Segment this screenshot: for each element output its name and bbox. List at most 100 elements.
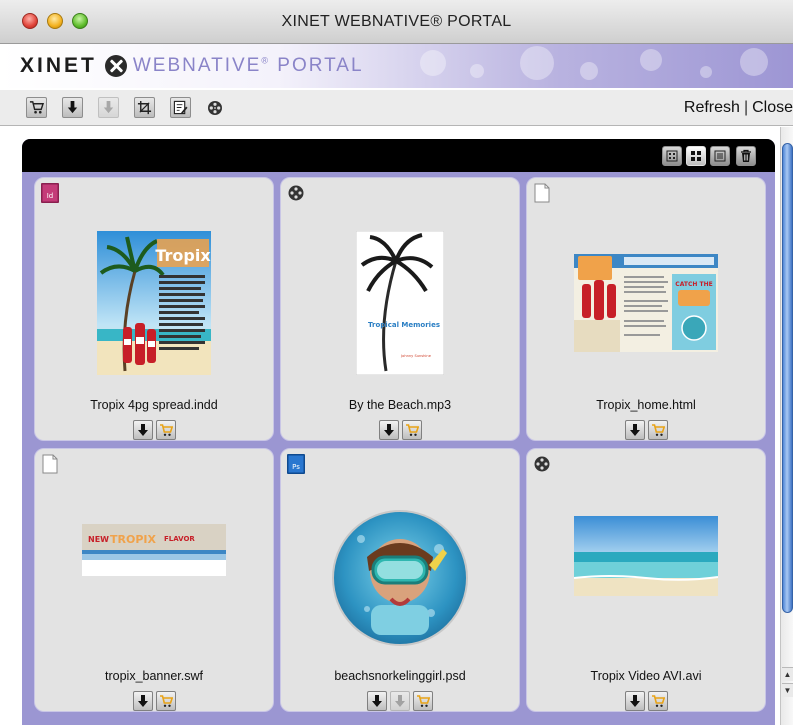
add-to-cart-button[interactable] bbox=[155, 420, 176, 440]
xinet-mark-icon bbox=[104, 55, 127, 77]
edit-metadata-button[interactable] bbox=[170, 97, 191, 118]
download-button[interactable] bbox=[132, 691, 153, 711]
thumb-title: Tropical Memories bbox=[368, 321, 440, 329]
download-button[interactable] bbox=[624, 420, 645, 440]
snorkeling-girl-thumbnail bbox=[332, 510, 468, 646]
tile-actions bbox=[281, 420, 519, 440]
xinet-logo: XINET WEBNATIVE® PORTAL bbox=[20, 53, 364, 79]
svg-text:Tropix: Tropix bbox=[155, 246, 211, 265]
add-to-cart-button[interactable] bbox=[155, 691, 176, 711]
tile-actions bbox=[527, 420, 765, 440]
svg-text:Ps: Ps bbox=[292, 463, 300, 471]
download-button[interactable] bbox=[367, 691, 387, 711]
portal-banner: XINET WEBNATIVE® PORTAL bbox=[0, 44, 793, 88]
asset-panel: Id Tropix Tropix 4pg spread.indd Tropica… bbox=[22, 139, 775, 725]
crop-button[interactable] bbox=[134, 97, 155, 118]
download-button[interactable] bbox=[378, 420, 399, 440]
document-icon bbox=[534, 183, 550, 203]
asset-thumbnail[interactable] bbox=[281, 489, 519, 659]
add-to-cart-button[interactable] bbox=[647, 420, 668, 440]
document-icon bbox=[42, 454, 58, 474]
thumb-author: Johnny Sunshine bbox=[400, 354, 432, 358]
title-bar: XINET WEBNATIVE® PORTAL bbox=[0, 0, 793, 44]
asset-filename[interactable]: Tropix_home.html bbox=[527, 398, 765, 412]
delete-button[interactable] bbox=[736, 146, 756, 166]
svg-text:FLAVOR: FLAVOR bbox=[164, 535, 195, 543]
tile-actions bbox=[35, 691, 273, 711]
download-disabled-button[interactable] bbox=[390, 691, 410, 711]
asset-tile[interactable]: NEW TROPIX FLAVOR tropix_banner.swf bbox=[34, 448, 274, 712]
asset-tile[interactable]: CATCH THE Tropix_home.html bbox=[526, 177, 766, 441]
add-to-cart-button[interactable] bbox=[26, 97, 47, 118]
download-button[interactable] bbox=[624, 691, 645, 711]
scroll-down-arrow[interactable]: ▼ bbox=[782, 683, 793, 697]
content-area: Id Tropix Tropix 4pg spread.indd Tropica… bbox=[0, 127, 793, 725]
cart-icon bbox=[405, 424, 419, 436]
download-icon bbox=[383, 424, 394, 436]
download-icon bbox=[629, 424, 640, 436]
asset-filename[interactable]: tropix_banner.swf bbox=[35, 669, 273, 683]
add-to-cart-button[interactable] bbox=[401, 420, 422, 440]
vertical-scrollbar[interactable]: ▲ ▼ bbox=[780, 127, 793, 725]
cart-icon bbox=[651, 695, 665, 707]
asset-tile[interactable]: Ps beachsnorkelinggirl.psd bbox=[280, 448, 520, 712]
asset-tile[interactable]: Id Tropix Tropix 4pg spread.indd bbox=[34, 177, 274, 441]
reel-icon bbox=[288, 185, 304, 201]
download-icon bbox=[137, 695, 148, 707]
tropix-home-thumbnail: CATCH THE bbox=[574, 254, 718, 352]
add-to-cart-button[interactable] bbox=[413, 691, 433, 711]
cart-icon bbox=[159, 695, 173, 707]
asset-thumbnail[interactable] bbox=[527, 489, 765, 659]
tropix-video-thumbnail bbox=[574, 516, 718, 596]
svg-text:CATCH THE: CATCH THE bbox=[675, 281, 712, 288]
svg-text:NEW: NEW bbox=[88, 535, 109, 544]
view-list-button[interactable] bbox=[710, 146, 730, 166]
panel-header bbox=[22, 139, 775, 172]
close-link[interactable]: Close bbox=[752, 99, 793, 116]
by-the-beach-thumbnail: Tropical Memories Johnny Sunshine bbox=[356, 231, 444, 375]
asset-thumbnail[interactable]: Tropical Memories Johnny Sunshine bbox=[281, 218, 519, 388]
edit-icon bbox=[173, 100, 188, 115]
asset-filename[interactable]: By the Beach.mp3 bbox=[281, 398, 519, 412]
svg-text:TROPIX: TROPIX bbox=[110, 533, 156, 546]
trash-icon bbox=[741, 149, 751, 162]
window-title: XINET WEBNATIVE® PORTAL bbox=[281, 13, 512, 30]
asset-tile[interactable]: Tropix Video AVI.avi bbox=[526, 448, 766, 712]
asset-thumbnail[interactable]: NEW TROPIX FLAVOR bbox=[35, 489, 273, 659]
tile-actions bbox=[281, 691, 519, 711]
asset-filename[interactable]: beachsnorkelinggirl.psd bbox=[281, 669, 519, 683]
photoshop-icon: Ps bbox=[287, 454, 305, 474]
asset-thumbnail[interactable]: CATCH THE bbox=[527, 218, 765, 388]
crop-icon bbox=[137, 100, 152, 115]
cart-icon bbox=[29, 101, 44, 114]
asset-thumbnail[interactable]: Tropix bbox=[35, 218, 273, 388]
view-list-icon bbox=[714, 150, 726, 162]
view-small-icon bbox=[666, 150, 678, 162]
download-disabled-button[interactable] bbox=[98, 97, 119, 118]
cart-icon bbox=[651, 424, 665, 436]
tile-actions bbox=[35, 420, 273, 440]
scroll-up-arrow[interactable]: ▲ bbox=[782, 667, 793, 681]
add-to-cart-button[interactable] bbox=[647, 691, 668, 711]
download-icon bbox=[372, 695, 382, 707]
reel-button[interactable] bbox=[205, 98, 225, 118]
logo-product-text: WEBNATIVE® PORTAL bbox=[132, 55, 364, 76]
tile-actions bbox=[527, 691, 765, 711]
reel-icon bbox=[208, 101, 222, 115]
asset-tile[interactable]: Tropical Memories Johnny Sunshine By the… bbox=[280, 177, 520, 441]
svg-text:Id: Id bbox=[47, 192, 54, 200]
asset-filename[interactable]: Tropix Video AVI.avi bbox=[527, 669, 765, 683]
view-grid-button[interactable] bbox=[686, 146, 706, 166]
reel-icon bbox=[534, 456, 550, 472]
scrollbar-thumb[interactable] bbox=[782, 143, 793, 613]
download-icon bbox=[137, 424, 148, 436]
toolbar: Refresh | Close bbox=[0, 90, 793, 126]
refresh-link[interactable]: Refresh bbox=[684, 99, 740, 116]
view-small-button[interactable] bbox=[662, 146, 682, 166]
tropix-banner-thumbnail: NEW TROPIX FLAVOR bbox=[82, 524, 226, 576]
asset-filename[interactable]: Tropix 4pg spread.indd bbox=[35, 398, 273, 412]
download-button[interactable] bbox=[132, 420, 153, 440]
cart-icon bbox=[417, 695, 430, 707]
download-button[interactable] bbox=[62, 97, 83, 118]
download-icon bbox=[629, 695, 640, 707]
